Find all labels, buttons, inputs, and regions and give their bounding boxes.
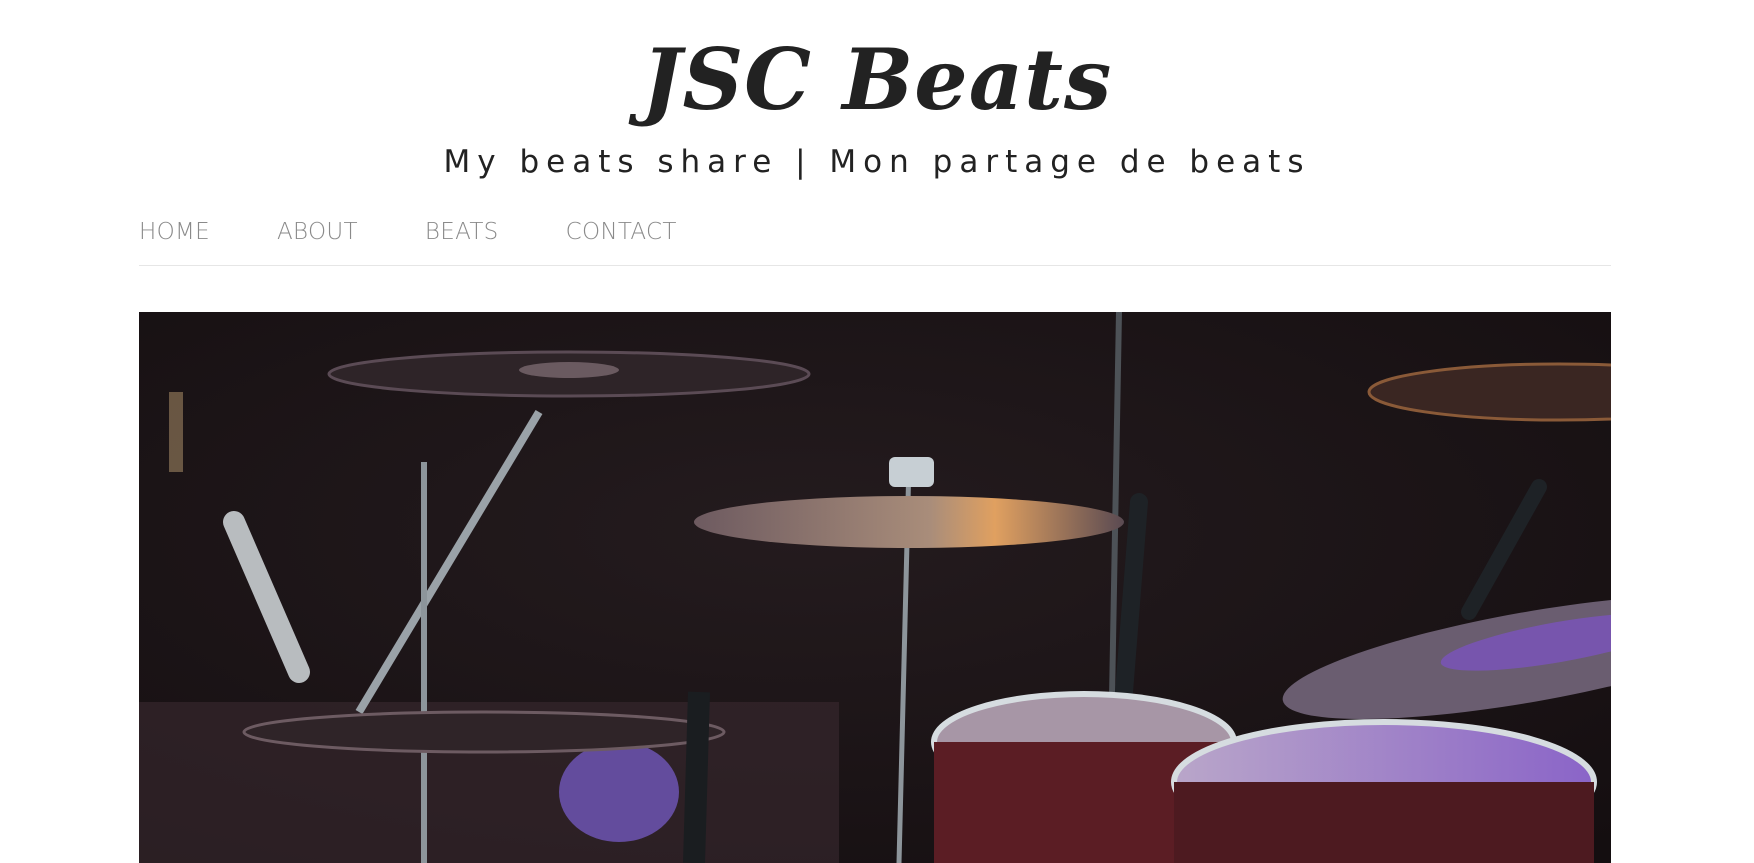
site-title[interactable]: JSC Beats: [0, 30, 1754, 130]
nav-item-home[interactable]: HOME: [139, 214, 210, 250]
nav-item-beats[interactable]: BEATS: [425, 214, 499, 250]
drum-kit-photo: [139, 312, 1611, 863]
site-tagline: My beats share | Mon partage de beats: [443, 144, 1311, 180]
nav-item-about[interactable]: ABOUT: [277, 214, 358, 250]
hero-image: [139, 312, 1611, 863]
main-nav: HOME ABOUT BEATS CONTACT: [139, 214, 744, 250]
nav-divider: [139, 265, 1611, 266]
nav-item-contact[interactable]: CONTACT: [566, 214, 677, 250]
